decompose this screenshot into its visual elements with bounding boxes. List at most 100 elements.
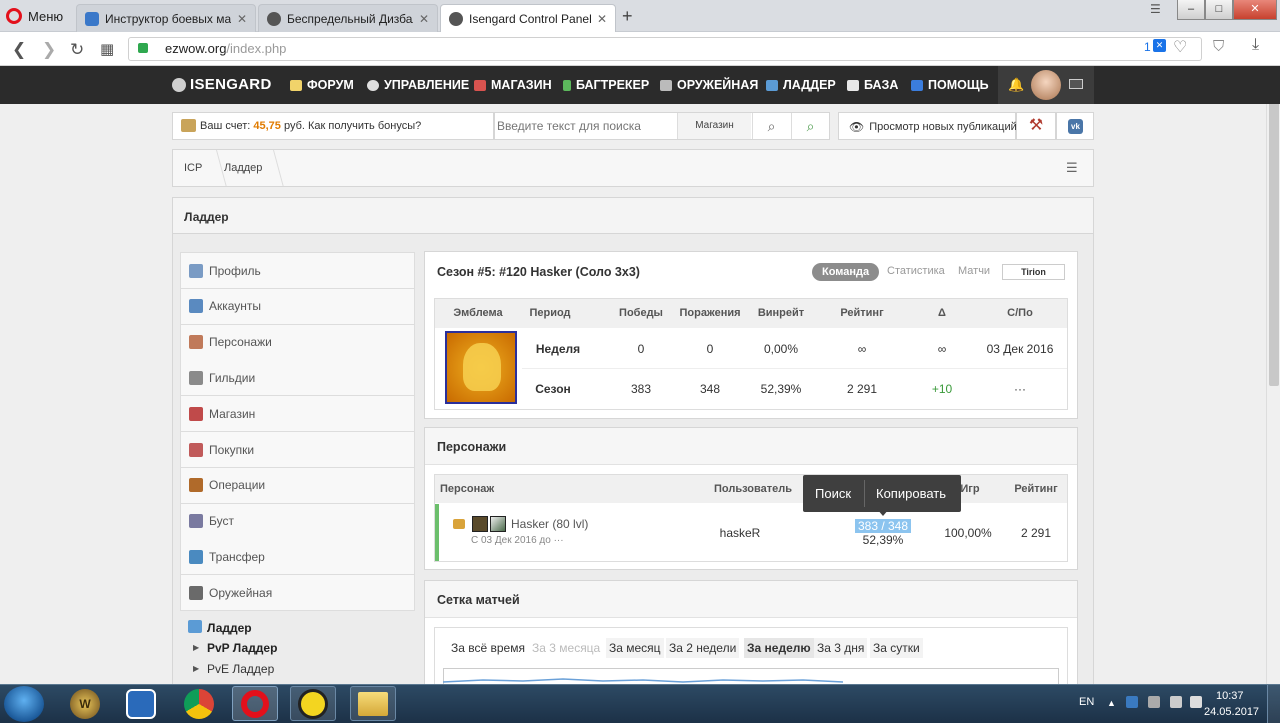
sidebar-subitem-pve[interactable]: PvE Ладдер	[207, 662, 274, 676]
filter-week[interactable]: За неделю	[744, 638, 814, 658]
bonus-link[interactable]: руб. Как получить бонусы?	[284, 120, 421, 132]
filter-day[interactable]: За сутки	[870, 638, 923, 658]
mail-icon[interactable]	[1069, 79, 1083, 89]
context-search-button[interactable]: Поиск	[815, 486, 851, 501]
breadcrumb-ladder[interactable]: Ладдер	[224, 162, 262, 174]
clock-time[interactable]: 10:37	[1216, 690, 1244, 702]
character-user[interactable]: haskeR	[710, 526, 770, 540]
close-icon[interactable]: ✕	[597, 12, 607, 26]
search-input[interactable]	[497, 115, 675, 137]
nav-shop[interactable]: МАГАЗИН	[474, 78, 552, 92]
url-input[interactable]: ezwow.org/index.php	[128, 37, 1202, 61]
tray-expand-icon[interactable]: ▲	[1107, 698, 1116, 708]
nav-label: УПРАВЛЕНИЕ	[384, 78, 470, 92]
sidebar-item-guilds[interactable]: Гильдии	[180, 360, 415, 397]
heart-icon[interactable]: ♡	[1173, 37, 1187, 57]
filter-month[interactable]: За месяц	[606, 638, 664, 658]
close-window-icon[interactable]: ✕	[1233, 0, 1277, 20]
sidebar-item-transfer[interactable]: Трансфер	[180, 539, 415, 576]
filter-2-weeks[interactable]: За 2 недели	[666, 638, 740, 658]
speed-dial-icon[interactable]: ▦	[100, 40, 114, 58]
taskbar-chrome[interactable]	[176, 686, 222, 721]
tab-team[interactable]: Команда	[812, 263, 880, 281]
start-button[interactable]	[4, 686, 44, 722]
breadcrumb-icp[interactable]: ICP	[184, 162, 202, 174]
nav-base[interactable]: БАЗА	[847, 78, 898, 92]
advanced-search-icon[interactable]: ⌕	[791, 113, 829, 139]
adblock-icon[interactable]: ✕	[1153, 39, 1166, 52]
sidebar-item-ladder[interactable]: Ладдер	[207, 621, 252, 635]
week-losses: 0	[706, 342, 714, 356]
tab-2[interactable]: Беспредельный Дизбала ✕	[258, 4, 438, 32]
volume-icon[interactable]	[1190, 696, 1202, 708]
new-tab-icon[interactable]: +	[622, 6, 633, 27]
sidebar-item-accounts[interactable]: Аккаунты	[180, 288, 415, 325]
col-winrate: Винрейт	[757, 307, 805, 319]
sidebar-subitem-pvp[interactable]: PvP Ладдер	[207, 641, 277, 655]
sidebar-item-operations[interactable]: Операции	[180, 467, 415, 504]
tab-statistics[interactable]: Статистика	[887, 265, 945, 277]
back-icon[interactable]: ❮	[12, 40, 26, 60]
tab-3-active[interactable]: Isengard Control Panel ✕	[440, 4, 616, 32]
opera-menu-button[interactable]: Меню	[6, 6, 63, 26]
nav-bugtracker[interactable]: БАГТРЕКЕР	[563, 78, 649, 92]
sidebar-item-purchases[interactable]: Покупки	[180, 432, 415, 468]
show-desktop-button[interactable]	[1267, 685, 1280, 723]
scrollbar-thumb[interactable]	[1269, 76, 1279, 386]
taskbar-wow[interactable]: W	[62, 686, 108, 721]
sidebar-item-armory[interactable]: Оружейная	[180, 575, 415, 612]
brand-logo[interactable]: ISENGARD	[172, 76, 272, 93]
close-icon[interactable]: ✕	[419, 12, 429, 26]
tab-title: Инструктор боевых маго	[105, 11, 231, 26]
bell-icon[interactable]: 🔔	[1008, 77, 1024, 93]
tray-icon[interactable]	[1148, 696, 1160, 708]
character-winrate: 52,39%	[862, 533, 904, 547]
nav-manage[interactable]: УПРАВЛЕНИЕ	[367, 78, 469, 92]
book-icon	[847, 79, 859, 91]
vk-icon: vk	[1068, 119, 1083, 134]
filter-3-months[interactable]: За 3 месяца	[529, 638, 603, 658]
search-icon[interactable]: ⌕	[752, 113, 790, 139]
taskbar-game[interactable]	[290, 686, 336, 721]
avatar[interactable]	[1031, 70, 1061, 100]
list-view-icon[interactable]: ☰	[1066, 160, 1078, 176]
taskbar-app[interactable]	[118, 686, 164, 721]
tab-menu-icon[interactable]: ☰	[1150, 2, 1161, 16]
search-scope-select[interactable]: Магазин	[677, 113, 751, 139]
sidebar-item-label: Гильдии	[209, 370, 256, 385]
nav-ladder[interactable]: ЛАДДЕР	[766, 78, 836, 92]
character-name[interactable]: Hasker (80 lvl)	[511, 517, 588, 531]
nav-forum[interactable]: ФОРУМ	[290, 78, 354, 92]
filter-3-days[interactable]: За 3 дня	[814, 638, 868, 658]
shop-icon	[189, 406, 203, 421]
tools-icon[interactable]: ⚒	[1016, 112, 1056, 140]
taskbar-opera[interactable]	[232, 686, 278, 721]
minimize-icon[interactable]: –	[1177, 0, 1205, 20]
shield-icon[interactable]: ⛉	[1213, 38, 1224, 55]
nav-help[interactable]: ПОМОЩЬ	[911, 78, 989, 92]
clock-date[interactable]: 24.05.2017	[1204, 706, 1259, 718]
tab-matches[interactable]: Матчи	[958, 265, 990, 277]
wow-icon: W	[70, 688, 100, 719]
taskbar-explorer[interactable]	[350, 686, 396, 721]
maximize-icon[interactable]: □	[1205, 0, 1233, 20]
context-copy-button[interactable]: Копировать	[876, 486, 946, 501]
sidebar-item-shop[interactable]: Магазин	[180, 396, 415, 433]
filter-all-time[interactable]: За всё время	[448, 638, 528, 658]
character-rating: 2 291	[1020, 526, 1052, 540]
vk-button[interactable]: vk	[1056, 112, 1094, 140]
scrollbar[interactable]	[1266, 66, 1280, 684]
close-icon[interactable]: ✕	[237, 12, 247, 26]
reload-icon[interactable]: ↻	[70, 40, 84, 60]
tray-icon[interactable]	[1126, 696, 1138, 708]
download-icon[interactable]: ⤓	[1252, 36, 1259, 54]
context-divider	[864, 480, 865, 507]
sidebar-item-characters[interactable]: Персонажи	[180, 324, 415, 361]
nav-armory[interactable]: ОРУЖЕЙНАЯ	[660, 78, 758, 92]
network-icon[interactable]	[1170, 696, 1182, 708]
sidebar-item-boost[interactable]: Буст	[180, 503, 415, 540]
language-indicator[interactable]: EN	[1079, 696, 1094, 708]
sidebar-item-profile[interactable]: Профиль	[180, 253, 415, 289]
forward-icon[interactable]: ❯	[42, 40, 56, 60]
tab-1[interactable]: Инструктор боевых маго ✕	[76, 4, 256, 32]
